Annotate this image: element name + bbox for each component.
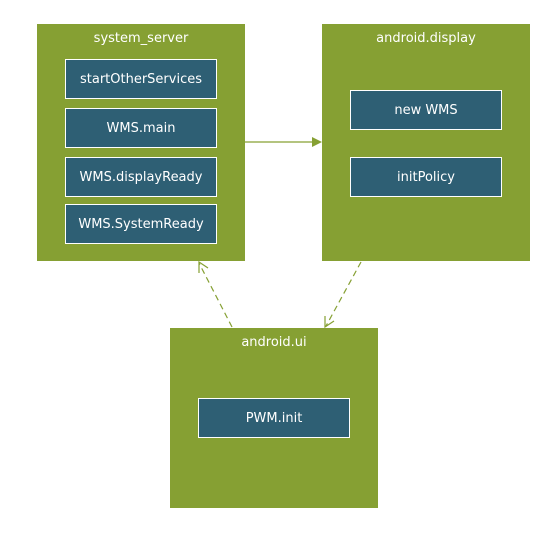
edges [198,137,362,329]
edge-ui-to-system-server [198,260,233,328]
edge-display-to-ui [324,261,362,329]
edge-system-server-to-display [245,137,322,147]
